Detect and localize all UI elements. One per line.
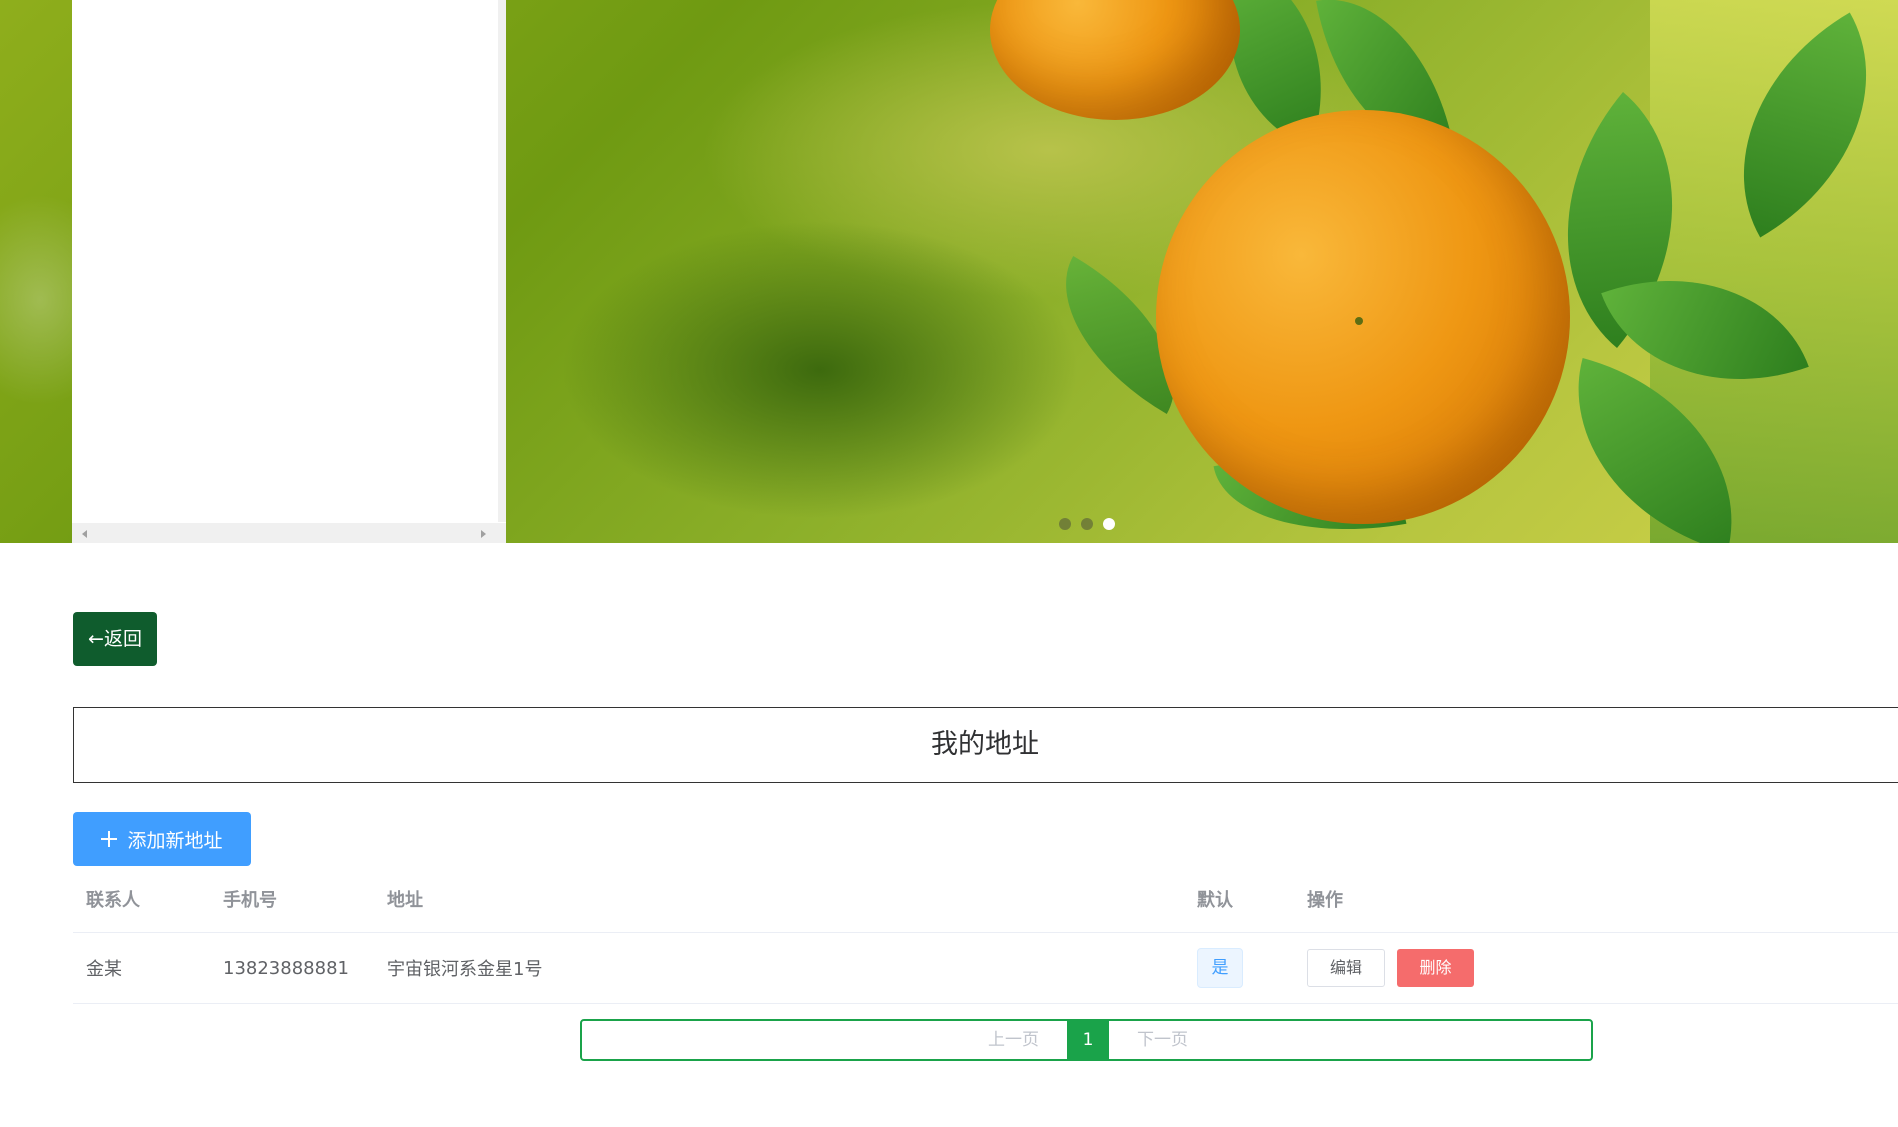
header-address: 地址 xyxy=(387,890,423,911)
table-header: 联系人 手机号 地址 默认 操作 xyxy=(73,866,1898,933)
delete-button[interactable]: 删除 xyxy=(1397,949,1474,987)
edit-button[interactable]: 编辑 xyxy=(1307,949,1385,987)
add-address-button[interactable]: 添加新地址 xyxy=(73,812,251,866)
header-contact: 联系人 xyxy=(86,890,140,911)
carousel-indicators xyxy=(1059,518,1115,530)
scroll-right-icon[interactable] xyxy=(481,530,486,538)
next-page-button[interactable]: 下一页 xyxy=(1137,1021,1188,1059)
cell-actions: 编辑 删除 xyxy=(1307,933,1474,1003)
horizontal-scrollbar[interactable] xyxy=(72,523,506,543)
plus-icon xyxy=(101,831,118,847)
address-table: 联系人 手机号 地址 默认 操作 金某 13823888881 宇宙银河系金星1… xyxy=(73,866,1898,1004)
cell-address: 宇宙银河系金星1号 xyxy=(387,959,543,980)
default-tag: 是 xyxy=(1197,948,1243,988)
header-default: 默认 xyxy=(1197,890,1233,911)
banner-background xyxy=(560,220,1080,520)
carousel-dot[interactable] xyxy=(1059,518,1071,530)
table-row: 金某 13823888881 宇宙银河系金星1号 是 编辑 删除 xyxy=(73,933,1898,1004)
orange-stem xyxy=(1354,317,1363,325)
carousel-dot-active[interactable] xyxy=(1103,518,1115,530)
carousel-dot[interactable] xyxy=(1081,518,1093,530)
pagination: 上一页 1 下一页 xyxy=(580,1019,1593,1061)
add-address-label: 添加新地址 xyxy=(127,829,223,852)
header-actions: 操作 xyxy=(1307,890,1343,911)
prev-page-button[interactable]: 上一页 xyxy=(988,1021,1039,1059)
page-title-box: 我的地址 xyxy=(73,707,1898,783)
cell-phone: 13823888881 xyxy=(223,957,349,979)
back-button[interactable]: ←返回 xyxy=(73,612,157,666)
orange-decoration xyxy=(1156,110,1570,524)
cell-default: 是 xyxy=(1197,933,1243,1003)
side-panel xyxy=(72,0,506,543)
banner-carousel[interactable] xyxy=(0,0,1898,543)
vertical-scrollbar[interactable] xyxy=(498,0,506,522)
page-number-current[interactable]: 1 xyxy=(1067,1021,1109,1059)
cell-contact: 金某 xyxy=(86,959,122,980)
header-phone: 手机号 xyxy=(223,890,277,911)
page-title: 我的地址 xyxy=(931,729,1039,760)
scroll-left-icon[interactable] xyxy=(82,530,87,538)
